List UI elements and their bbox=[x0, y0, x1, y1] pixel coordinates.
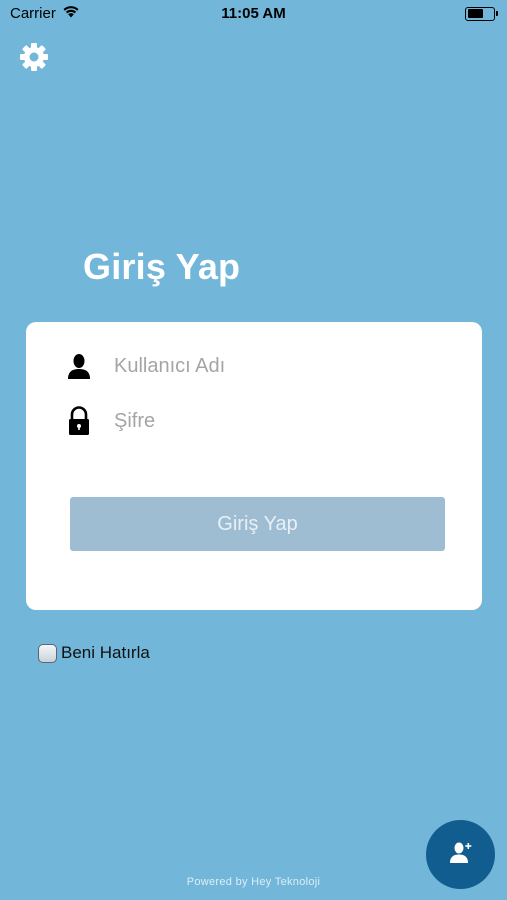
login-card: Giriş Yap bbox=[26, 322, 482, 610]
battery-icon bbox=[465, 6, 498, 21]
status-left: Carrier bbox=[10, 5, 80, 22]
remember-me-label: Beni Hatırla bbox=[61, 643, 150, 662]
remember-me[interactable]: Beni Hatırla bbox=[38, 643, 150, 663]
add-user-icon bbox=[449, 841, 473, 868]
username-input[interactable] bbox=[114, 354, 444, 378]
user-icon bbox=[66, 351, 92, 381]
password-row bbox=[66, 404, 444, 438]
battery-fill bbox=[467, 9, 483, 18]
powered-by-footer: Powered by Hey Teknoloji bbox=[186, 876, 321, 888]
remember-me-checkbox[interactable] bbox=[38, 643, 57, 663]
wifi-icon bbox=[62, 5, 80, 22]
carrier-label: Carrier bbox=[10, 5, 56, 22]
password-input[interactable] bbox=[114, 409, 444, 433]
lock-icon bbox=[66, 406, 92, 436]
page-title: Giriş Yap bbox=[83, 246, 241, 287]
gear-icon[interactable] bbox=[19, 42, 49, 72]
status-bar: Carrier 11:05 AM bbox=[0, 0, 507, 27]
add-user-button[interactable] bbox=[426, 820, 495, 889]
login-button[interactable]: Giriş Yap bbox=[70, 497, 445, 551]
username-row bbox=[66, 349, 444, 383]
